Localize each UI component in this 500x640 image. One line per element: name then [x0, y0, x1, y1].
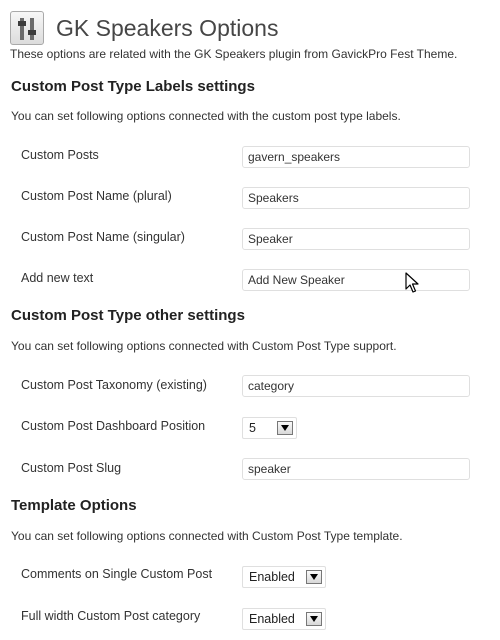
custom-posts-label: Custom Posts [21, 148, 99, 162]
chevron-down-icon[interactable] [277, 421, 293, 435]
section-title-other: Custom Post Type other settings [11, 307, 245, 324]
add-new-text-label: Add new text [21, 271, 94, 285]
name-plural-input[interactable] [242, 187, 470, 209]
full-width-category-select[interactable]: Enabled [242, 608, 326, 630]
slug-input[interactable] [242, 458, 470, 480]
page-intro: These options are related with the GK Sp… [10, 47, 458, 61]
name-plural-label: Custom Post Name (plural) [21, 189, 172, 203]
add-new-text-input[interactable] [242, 269, 470, 291]
settings-sliders-icon [10, 11, 44, 45]
taxonomy-label: Custom Post Taxonomy (existing) [21, 378, 207, 392]
dashboard-position-select[interactable]: 5 [242, 417, 297, 439]
dashboard-position-label: Custom Post Dashboard Position [21, 419, 206, 433]
section-desc-template: You can set following options connected … [11, 529, 403, 543]
comments-single-label: Comments on Single Custom Post [21, 567, 213, 581]
section-desc-labels: You can set following options connected … [11, 109, 401, 123]
full-width-category-value: Enabled [249, 612, 295, 626]
chevron-down-icon[interactable] [306, 612, 322, 626]
chevron-down-icon[interactable] [306, 570, 322, 584]
name-singular-input[interactable] [242, 228, 470, 250]
comments-single-value: Enabled [249, 570, 295, 584]
section-title-labels: Custom Post Type Labels settings [11, 78, 255, 95]
custom-posts-input[interactable] [242, 146, 470, 168]
section-desc-other: You can set following options connected … [11, 339, 397, 353]
page-header: GK Speakers Options [10, 10, 278, 46]
taxonomy-input[interactable] [242, 375, 470, 397]
section-title-template: Template Options [11, 497, 137, 514]
mouse-cursor-icon [405, 272, 419, 293]
comments-single-select[interactable]: Enabled [242, 566, 326, 588]
dashboard-position-value: 5 [249, 421, 256, 435]
page-title: GK Speakers Options [56, 14, 279, 41]
slug-label: Custom Post Slug [21, 461, 122, 475]
name-singular-label: Custom Post Name (singular) [21, 230, 185, 244]
full-width-category-label: Full width Custom Post category [21, 609, 201, 623]
